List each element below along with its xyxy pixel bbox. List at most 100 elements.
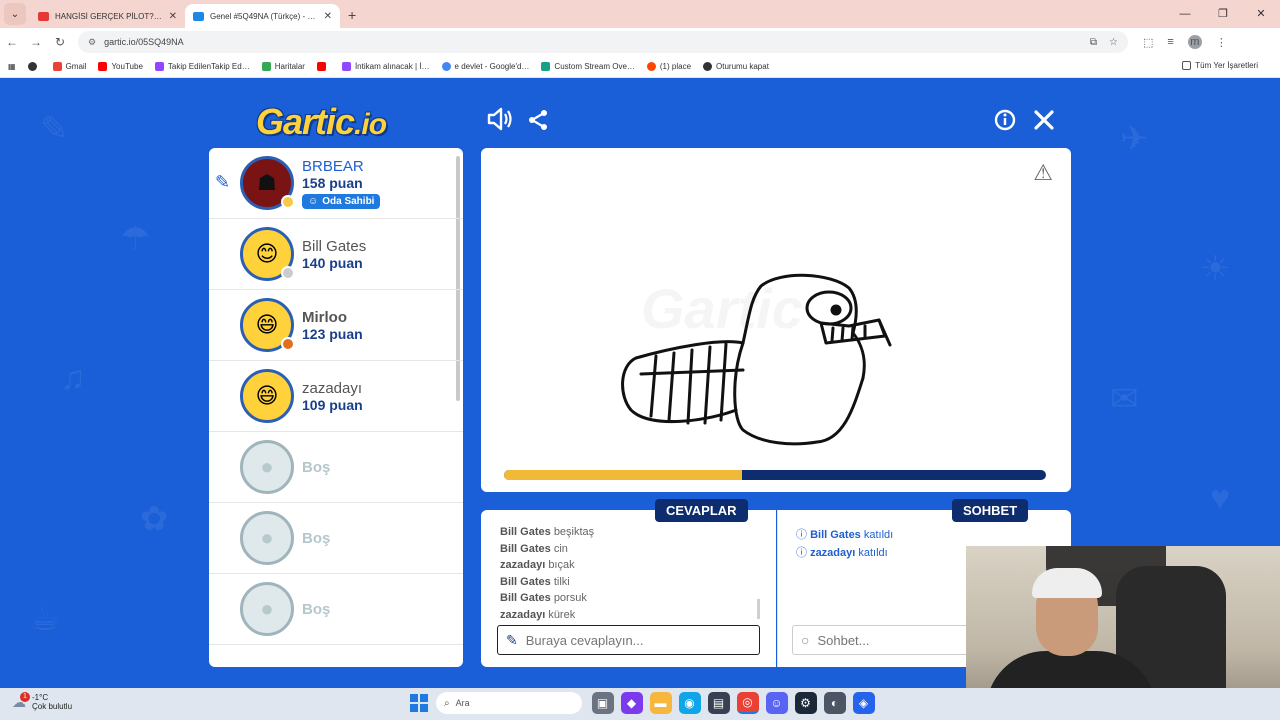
folder-icon xyxy=(1182,61,1192,70)
player-row[interactable]: ✎ ☗ BRBEAR 158 puan ☺ Oda Sahibi xyxy=(209,148,463,219)
list-item: Bill Gates cin xyxy=(500,542,568,555)
answer-input-box[interactable]: ✎ xyxy=(497,625,760,655)
player-avatar-icon: 😊 xyxy=(255,241,279,266)
drawing-board[interactable]: ⚠ Gartic xyxy=(481,148,1071,492)
twitch-icon xyxy=(154,62,164,71)
window-close-icon[interactable]: ✕ xyxy=(1242,0,1280,28)
store-icon[interactable]: ▤ xyxy=(707,692,730,714)
player-row[interactable]: 😄 zazadayı 109 puan xyxy=(209,361,463,432)
tab-close-icon[interactable]: ✕ xyxy=(169,11,177,22)
minimize-icon[interactable]: — xyxy=(1166,0,1204,28)
temperature: -1°C xyxy=(32,693,49,702)
extensions-icon[interactable]: ⬚ xyxy=(1143,36,1153,49)
list-item: Bill Gates beşiktaş xyxy=(500,526,595,538)
reddit-icon xyxy=(646,62,656,71)
sound-icon[interactable] xyxy=(486,107,512,138)
answers-tab[interactable]: CEVAPLAR xyxy=(655,499,748,522)
streamer-headset xyxy=(1032,568,1102,598)
reload-icon[interactable]: ↻ xyxy=(48,35,72,49)
url-text: gartic.io/05SQ49NA xyxy=(104,37,184,47)
site-info-icon[interactable]: ⚙ xyxy=(88,37,96,48)
list-item: zazadayı kürek xyxy=(500,608,576,621)
taskbar-search[interactable]: ⌕ Ara xyxy=(436,692,582,714)
url-input[interactable]: ⚙ gartic.io/05SQ49NA ⧉ ☆ xyxy=(78,31,1128,53)
bookmark-3[interactable]: Takip EdilenTakip Ed… xyxy=(154,62,250,71)
youtube-icon xyxy=(98,62,108,71)
chrome-icon[interactable]: ◎ xyxy=(736,692,759,714)
media-icon[interactable]: ≡ xyxy=(1167,36,1173,48)
profile-avatar[interactable]: m xyxy=(1187,35,1202,49)
tab-close-icon[interactable]: ✕ xyxy=(324,11,332,22)
copilot-icon[interactable]: ◆ xyxy=(620,692,643,714)
browser-menu-icon[interactable]: ⋮ xyxy=(1216,36,1227,49)
player-name: BRBEAR xyxy=(302,157,364,175)
bookmark-1[interactable]: Gmail xyxy=(52,62,86,71)
bookmarks-bar: ▦ Gmail YouTube Takip EdilenTakip Ed… Ha… xyxy=(0,56,1280,78)
share-icon[interactable] xyxy=(527,109,549,138)
new-tab-icon[interactable]: + xyxy=(348,7,356,23)
maximize-icon[interactable]: ❐ xyxy=(1204,0,1242,28)
google-icon xyxy=(441,62,451,71)
doodle-icon: ☕ xyxy=(30,600,61,638)
player-avatar-icon: 😄 xyxy=(255,383,279,408)
weather-widget[interactable]: ☁ 1 -1°C Çok bulutlu xyxy=(12,692,72,711)
browser-tab-strip: ⌄ HANGİSİ GERÇEK PİLOT?! ft. @… ✕ Genel … xyxy=(0,0,1280,28)
steam-icon[interactable]: ⚙ xyxy=(794,692,817,714)
list-item: zazadayı bıçak xyxy=(500,559,575,571)
doodle-icon: ☂ xyxy=(120,220,151,258)
install-app-icon[interactable]: ⧉ xyxy=(1090,37,1097,48)
browser-tab-0[interactable]: HANGİSİ GERÇEK PİLOT?! ft. @… ✕ xyxy=(30,4,185,28)
file-explorer-icon[interactable]: ▬ xyxy=(649,692,672,714)
player-score: 140 puan xyxy=(302,254,363,271)
bookmark-4[interactable]: Haritalar xyxy=(261,62,305,71)
bookmark-5[interactable] xyxy=(316,62,330,71)
windows-taskbar: ☁ 1 -1°C Çok bulutlu ⌕ Ara ▣ ◆ ▬ ◉ ▤ ◎ ☺ … xyxy=(0,688,1280,720)
app-icon[interactable]: ◈ xyxy=(852,692,875,714)
bookmark-9[interactable]: (1) place xyxy=(646,62,691,71)
toolbar-right: ⬚ ≡ m ⋮ xyxy=(1136,35,1234,49)
chat-input[interactable] xyxy=(817,632,968,648)
tab-search-icon[interactable]: ⌄ xyxy=(4,3,26,25)
bookmark-6[interactable]: İntikam alınacak | İ… xyxy=(341,62,430,71)
task-view-icon[interactable]: ▣ xyxy=(591,692,614,714)
list-item: Bill Gates tilki xyxy=(500,575,570,588)
chrome-icon xyxy=(27,62,37,71)
doodle-icon: ✉ xyxy=(1110,380,1139,418)
all-bookmarks[interactable]: Tüm Yer İşaretleri xyxy=(1182,61,1258,70)
avatar: 😄 xyxy=(240,298,295,352)
apps-grid-icon[interactable]: ▦ xyxy=(8,62,16,71)
chat-messages: ⓘ Bill Gates katıldı ⓘ zazadayı katıldı xyxy=(796,526,893,562)
bookmark-2[interactable]: YouTube xyxy=(98,62,143,71)
exit-close-icon[interactable] xyxy=(1033,109,1055,138)
player-row[interactable]: 😊 Bill Gates 140 puan xyxy=(209,219,463,290)
edge-icon[interactable]: ◉ xyxy=(678,692,701,714)
answer-input[interactable] xyxy=(525,632,726,648)
bookmark-10[interactable]: Oturumu kapat xyxy=(703,62,769,71)
info-icon[interactable] xyxy=(994,109,1016,138)
empty-slot: ● Boş xyxy=(209,432,463,503)
chat-input-box[interactable]: ○ xyxy=(792,625,992,655)
player-score: 109 puan xyxy=(302,396,363,413)
youtube-icon xyxy=(316,62,326,71)
doodle-icon: ♫ xyxy=(60,359,86,397)
bookmark-8[interactable]: Custom Stream Ove… xyxy=(541,62,635,71)
windows-start-icon[interactable] xyxy=(410,694,428,712)
answers-scrollbar[interactable] xyxy=(757,599,760,619)
answers-panel: CEVAPLAR Bill Gates beşiktaş Bill Gates … xyxy=(481,499,776,667)
bookmark-star-icon[interactable]: ☆ xyxy=(1109,37,1118,48)
empty-slot-label: Boş xyxy=(302,529,331,547)
forward-icon[interactable]: → xyxy=(24,35,48,49)
status-dot xyxy=(281,195,295,209)
empty-slot: ● Boş xyxy=(209,574,463,645)
avatar: ☗ xyxy=(240,156,295,210)
bookmark-7[interactable]: e devlet - Google'd… xyxy=(441,62,529,71)
back-icon[interactable]: ← xyxy=(0,35,24,49)
player-row[interactable]: 😄 Mirloo 123 puan xyxy=(209,290,463,361)
browser-tab-1[interactable]: Genel #5Q49NA (Türkçe) - Gart… ✕ xyxy=(185,4,340,28)
chat-tab[interactable]: SOHBET xyxy=(952,499,1029,522)
round-timer-bar xyxy=(504,470,1046,480)
discord-icon[interactable]: ☺ xyxy=(765,692,788,714)
obs-icon[interactable]: ◐ xyxy=(823,692,846,714)
bookmark-0[interactable] xyxy=(27,62,41,71)
empty-slot-label: Boş xyxy=(302,600,331,618)
